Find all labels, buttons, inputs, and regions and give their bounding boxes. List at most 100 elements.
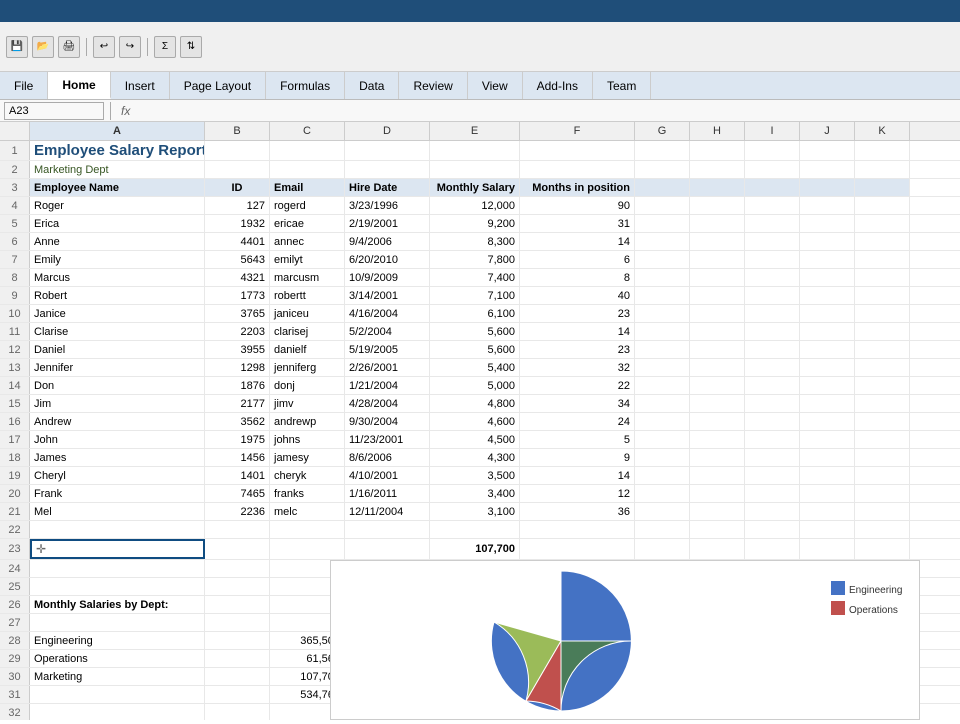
table-cell[interactable]: 107,700 — [430, 539, 520, 559]
table-cell[interactable] — [205, 539, 270, 559]
table-cell[interactable] — [855, 413, 910, 430]
table-cell[interactable]: 4,600 — [430, 413, 520, 430]
table-cell[interactable] — [430, 141, 520, 160]
table-cell[interactable]: 1773 — [205, 287, 270, 304]
table-cell[interactable]: 5,600 — [430, 323, 520, 340]
table-cell[interactable]: 5,600 — [430, 341, 520, 358]
table-cell[interactable]: andrewp — [270, 413, 345, 430]
table-cell[interactable]: 3765 — [205, 305, 270, 322]
table-cell[interactable] — [855, 449, 910, 466]
table-cell[interactable] — [690, 359, 745, 376]
table-cell[interactable] — [855, 467, 910, 484]
table-cell[interactable]: Employee Salary Report — [30, 141, 205, 160]
table-cell[interactable] — [800, 485, 855, 502]
table-cell[interactable]: 12,000 — [430, 197, 520, 214]
sum-button[interactable]: Σ — [154, 36, 176, 58]
table-cell[interactable] — [635, 251, 690, 268]
table-cell[interactable] — [745, 503, 800, 520]
table-cell[interactable]: Marcus — [30, 269, 205, 286]
table-cell[interactable] — [690, 323, 745, 340]
table-cell[interactable]: 1876 — [205, 377, 270, 394]
table-cell[interactable] — [690, 269, 745, 286]
table-cell[interactable] — [800, 377, 855, 394]
table-cell[interactable] — [635, 215, 690, 232]
table-cell[interactable]: Engineering — [30, 632, 205, 649]
table-cell[interactable]: 3,400 — [430, 485, 520, 502]
table-cell[interactable]: 4/28/2004 — [345, 395, 430, 412]
table-cell[interactable]: 4,800 — [430, 395, 520, 412]
table-cell[interactable]: Email — [270, 179, 345, 196]
table-cell[interactable] — [800, 323, 855, 340]
table-cell[interactable] — [800, 179, 855, 196]
table-cell[interactable] — [690, 467, 745, 484]
table-cell[interactable] — [745, 269, 800, 286]
table-cell[interactable] — [800, 449, 855, 466]
table-cell[interactable] — [800, 467, 855, 484]
table-cell[interactable] — [205, 141, 270, 160]
table-cell[interactable] — [520, 539, 635, 559]
table-cell[interactable] — [690, 431, 745, 448]
table-cell[interactable] — [690, 449, 745, 466]
table-cell[interactable]: Hire Date — [345, 179, 430, 196]
table-cell[interactable] — [855, 359, 910, 376]
table-cell[interactable] — [635, 269, 690, 286]
sort-button[interactable]: ⇅ — [180, 36, 202, 58]
table-cell[interactable] — [205, 161, 270, 178]
table-cell[interactable] — [690, 539, 745, 559]
undo-button[interactable]: ↩ — [93, 36, 115, 58]
table-cell[interactable]: marcusm — [270, 269, 345, 286]
table-cell[interactable] — [635, 305, 690, 322]
table-cell[interactable] — [690, 179, 745, 196]
table-cell[interactable] — [800, 539, 855, 559]
table-cell[interactable]: emilyt — [270, 251, 345, 268]
table-cell[interactable]: 4321 — [205, 269, 270, 286]
table-cell[interactable] — [345, 521, 430, 538]
table-cell[interactable]: Andrew — [30, 413, 205, 430]
save-button[interactable]: 💾 — [6, 36, 28, 58]
open-button[interactable]: 📂 — [32, 36, 54, 58]
ribbon-tab-file[interactable]: File — [0, 72, 48, 99]
table-cell[interactable]: 90 — [520, 197, 635, 214]
ribbon-tab-review[interactable]: Review — [399, 72, 467, 99]
table-cell[interactable]: 9,200 — [430, 215, 520, 232]
table-cell[interactable] — [745, 539, 800, 559]
table-cell[interactable] — [635, 197, 690, 214]
table-cell[interactable] — [635, 179, 690, 196]
table-cell[interactable] — [745, 215, 800, 232]
table-cell[interactable]: 3/14/2001 — [345, 287, 430, 304]
table-cell[interactable]: Months in position — [520, 179, 635, 196]
table-cell[interactable]: Erica — [30, 215, 205, 232]
table-cell[interactable] — [800, 161, 855, 178]
table-cell[interactable]: Mel — [30, 503, 205, 520]
table-cell[interactable]: 5643 — [205, 251, 270, 268]
col-header-c[interactable]: C — [270, 122, 345, 140]
table-cell[interactable]: 3955 — [205, 341, 270, 358]
table-cell[interactable] — [635, 323, 690, 340]
table-cell[interactable] — [690, 377, 745, 394]
table-cell[interactable]: 3,500 — [430, 467, 520, 484]
table-cell[interactable] — [270, 141, 345, 160]
table-cell[interactable] — [855, 141, 910, 160]
table-cell[interactable]: 7,400 — [430, 269, 520, 286]
table-cell[interactable] — [690, 341, 745, 358]
formula-input[interactable] — [138, 105, 956, 117]
table-cell[interactable]: 8 — [520, 269, 635, 286]
table-cell[interactable] — [855, 251, 910, 268]
table-cell[interactable] — [205, 596, 270, 613]
table-cell[interactable]: 6,100 — [430, 305, 520, 322]
table-cell[interactable]: Daniel — [30, 341, 205, 358]
table-cell[interactable]: 1932 — [205, 215, 270, 232]
table-cell[interactable] — [30, 578, 205, 595]
table-cell[interactable]: rogerd — [270, 197, 345, 214]
table-cell[interactable] — [800, 395, 855, 412]
table-cell[interactable] — [745, 467, 800, 484]
table-cell[interactable]: Janice — [30, 305, 205, 322]
table-cell[interactable] — [520, 161, 635, 178]
table-cell[interactable] — [855, 197, 910, 214]
table-cell[interactable]: Monthly Salary — [430, 179, 520, 196]
table-cell[interactable]: 14 — [520, 233, 635, 250]
table-cell[interactable] — [855, 179, 910, 196]
table-cell[interactable] — [690, 141, 745, 160]
table-cell[interactable]: 36 — [520, 503, 635, 520]
ribbon-tab-formulas[interactable]: Formulas — [266, 72, 345, 99]
